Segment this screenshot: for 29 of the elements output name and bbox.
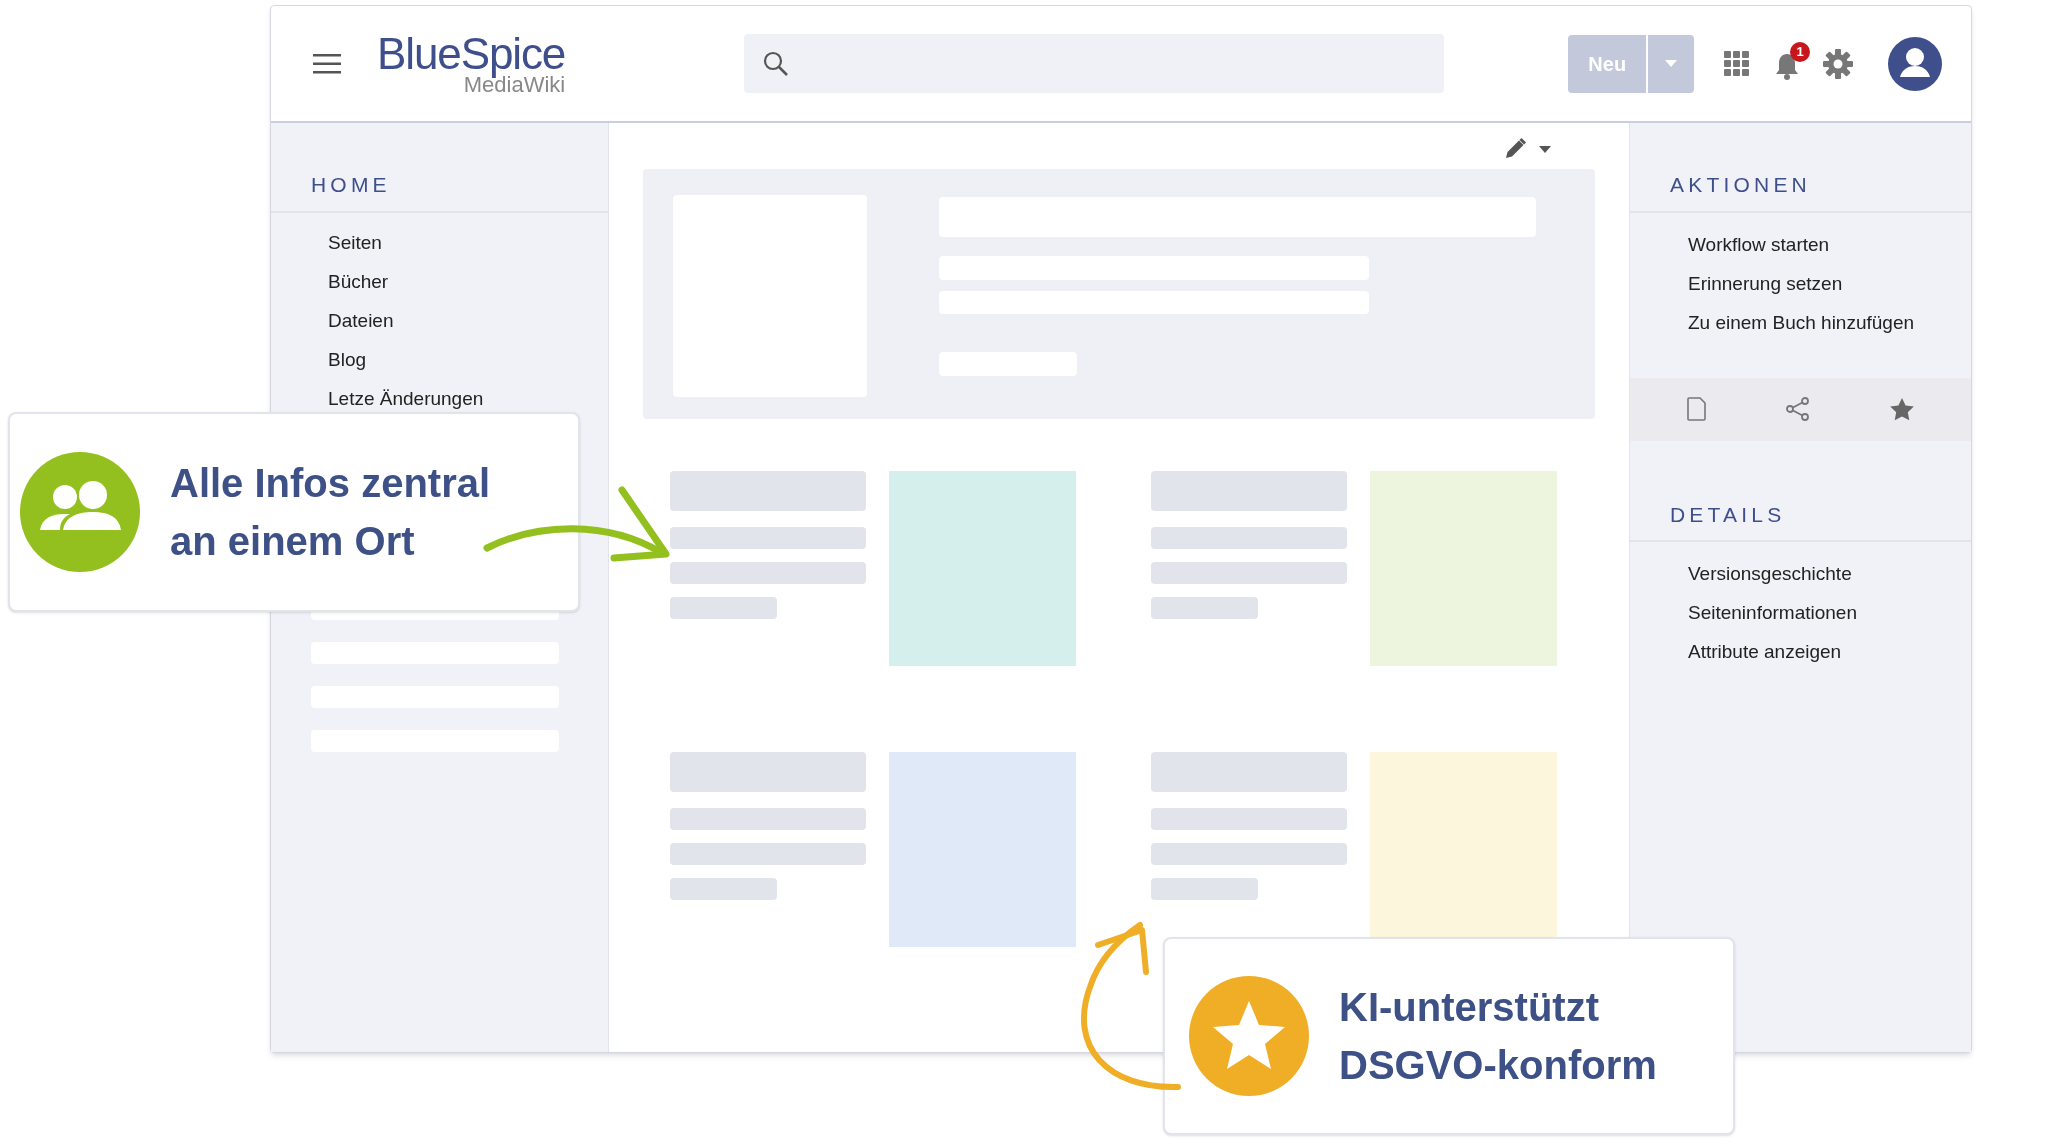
sidebar-link[interactable]: Letze Änderungen	[328, 386, 484, 410]
sidebar-link[interactable]: Erinnerung setzen	[1688, 263, 1843, 303]
share-icon[interactable]	[1785, 397, 1812, 421]
section-heading: AKTIONEN	[1630, 169, 1971, 213]
star-icon[interactable]	[1889, 397, 1914, 421]
callout-text: KI-unterstützt DSGVO-konform	[1339, 984, 1657, 1089]
document-icon[interactable]	[1687, 397, 1708, 421]
sidebar-link[interactable]: Seiteninformationen	[1688, 593, 1857, 632]
sidebar-link[interactable]: Zu einem Buch hinzufügen	[1688, 302, 1915, 342]
user-avatar[interactable]	[1888, 36, 1943, 91]
apps-grid-icon[interactable]	[1724, 50, 1751, 77]
notification-badge: 1	[1790, 41, 1811, 62]
caret-icon	[1665, 60, 1678, 67]
settings-icon[interactable]	[1822, 47, 1855, 80]
menu-icon[interactable]	[313, 52, 341, 75]
logo[interactable]: BlueSpice	[377, 31, 566, 76]
sidebar-link[interactable]: Workflow starten	[1688, 224, 1830, 264]
search-field[interactable]	[744, 34, 1445, 93]
sidebar-link[interactable]: Bücher	[328, 269, 389, 293]
sidebar-link[interactable]: Blog	[328, 347, 367, 371]
section-heading: HOME	[271, 169, 608, 213]
sidebar-link[interactable]: Versionsgeschichte	[1688, 554, 1852, 593]
caret-icon[interactable]	[1539, 145, 1551, 153]
sidebar-link[interactable]: Attribute anzeigen	[1688, 632, 1842, 671]
sidebar-link[interactable]: Seiten	[328, 230, 382, 254]
callout-text: Alle Infos zentral an einem Ort	[170, 460, 491, 565]
edit-icon[interactable]	[1503, 137, 1527, 161]
section-heading: DETAILS	[1630, 498, 1971, 542]
sidebar-link[interactable]: Dateien	[328, 308, 394, 332]
